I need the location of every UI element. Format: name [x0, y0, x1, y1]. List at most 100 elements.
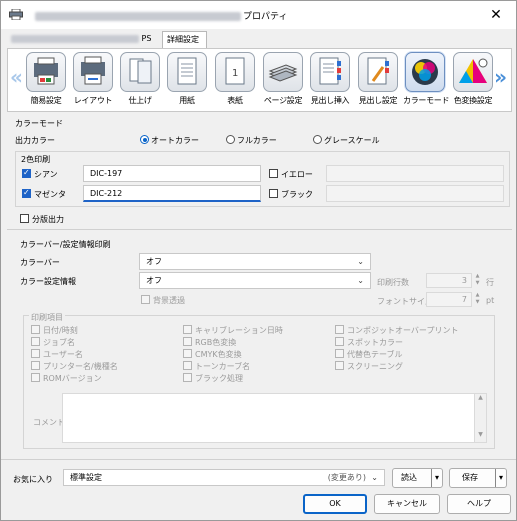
yellow-label[interactable]: イエロー — [281, 169, 313, 180]
item-date-time: 日付/時刻 — [43, 326, 78, 335]
item-alternate-color-table: 代替色テーブル — [347, 350, 403, 359]
window-title: プロパティ — [35, 9, 287, 22]
item-checkbox[interactable] — [335, 325, 344, 334]
icon-layout[interactable]: レイアウト — [71, 52, 115, 110]
tab-insert-icon — [319, 57, 341, 85]
comment-label: コメント — [33, 418, 65, 427]
transparent-bg-checkbox[interactable] — [141, 295, 150, 304]
cyan-color-field[interactable]: DIC-197 — [83, 165, 261, 182]
icon-finishing[interactable]: 仕上げ — [118, 52, 162, 110]
printer-icon — [9, 9, 23, 20]
yellow-checkbox[interactable] — [269, 169, 278, 178]
output-color-label: 出力カラー — [15, 136, 55, 145]
divider — [7, 229, 512, 230]
load-dropdown-icon[interactable]: ▾ — [430, 469, 439, 487]
spin-up-down-icon[interactable]: ▲ ▼ — [474, 273, 481, 288]
item-checkbox[interactable] — [183, 361, 192, 370]
icon-color-conversion[interactable]: 色変換設定 — [451, 52, 495, 110]
ok-button[interactable]: OK — [303, 494, 367, 514]
icon-label: 仕上げ — [128, 96, 152, 105]
title-bar: プロパティ ✕ — [1, 1, 516, 29]
scroll-up-icon[interactable]: ▲ — [475, 394, 486, 401]
color-conversion-icon — [459, 58, 488, 83]
print-lines-input[interactable]: 3 — [426, 273, 472, 288]
favorites-changed-tag: (変更あり) — [327, 473, 366, 482]
transparent-bg-label: 背景透過 — [153, 296, 185, 305]
item-checkbox[interactable] — [183, 325, 192, 334]
icon-quick-setup[interactable]: 簡易設定 — [24, 52, 68, 110]
icon-color-mode[interactable]: カラーモード — [403, 52, 450, 110]
magenta-checkbox[interactable] — [22, 188, 31, 198]
color-mode-section-label: カラーモード — [15, 119, 63, 128]
icon-label: レイアウト — [73, 96, 113, 105]
magenta-color-field[interactable]: DIC-212 — [83, 185, 261, 202]
icon-tab-insert[interactable]: 見出し挿入 — [308, 52, 352, 110]
radio-full-color[interactable] — [226, 135, 235, 144]
cancel-button[interactable]: キャンセル — [374, 494, 440, 514]
item-checkbox[interactable] — [335, 337, 344, 346]
scroll-left-icon[interactable]: « — [10, 65, 23, 89]
scroll-down-icon[interactable]: ▼ — [475, 431, 486, 438]
item-rgb-conversion: RGB色変換 — [195, 338, 237, 347]
item-printer-name: プリンター名/機種名 — [43, 362, 118, 371]
icon-tab-setting[interactable]: 見出し設定 — [356, 52, 400, 110]
load-button[interactable]: 読込 ▾ — [392, 468, 443, 488]
color-bar-select[interactable]: オフ ⌄ — [139, 253, 371, 270]
help-button[interactable]: ヘルプ — [447, 494, 511, 514]
chevron-down-icon: ⌄ — [357, 257, 364, 266]
black-label[interactable]: ブラック — [281, 189, 313, 200]
radio-grayscale[interactable] — [313, 135, 322, 144]
item-checkbox[interactable] — [31, 337, 40, 346]
tab-advanced[interactable]: 詳細設定 — [162, 31, 207, 48]
item-checkbox[interactable] — [31, 325, 40, 334]
item-checkbox[interactable] — [31, 361, 40, 370]
scroll-right-icon[interactable]: » — [494, 65, 507, 89]
print-lines-unit: 行 — [486, 278, 494, 287]
save-button[interactable]: 保存 ▾ — [449, 468, 507, 488]
icon-label: 見出し挿入 — [310, 96, 350, 105]
icon-label: 簡易設定 — [30, 96, 62, 105]
magenta-label[interactable]: マゼンタ — [34, 189, 66, 200]
save-button-label: 保存 — [462, 473, 478, 482]
icon-label: カラーモード — [403, 96, 450, 105]
cover-icon: 1 — [225, 57, 245, 85]
function-icon-bar: « 簡易設定 レイアウト 仕上げ 用紙 1 表紙 ページ設定 見出し挿入 見出し… — [7, 48, 512, 112]
item-checkbox[interactable] — [183, 337, 192, 346]
item-checkbox[interactable] — [183, 349, 192, 358]
color-setting-info-select[interactable]: オフ ⌄ — [139, 272, 371, 289]
comment-textarea[interactable]: ▲ ▼ — [62, 393, 487, 443]
item-checkbox[interactable] — [31, 373, 40, 382]
cyan-label[interactable]: シアン — [34, 169, 58, 180]
icon-cover[interactable]: 1 表紙 — [213, 52, 257, 110]
separation-output-checkbox[interactable] — [20, 214, 29, 223]
tab-printer[interactable]: PS — [7, 31, 163, 48]
black-checkbox[interactable] — [269, 189, 278, 198]
radio-auto-color[interactable] — [140, 135, 149, 144]
item-checkbox[interactable] — [183, 373, 192, 382]
item-checkbox[interactable] — [335, 349, 344, 358]
item-rom-version: ROMバージョン — [43, 374, 102, 383]
radio-auto-color-label[interactable]: オートカラー — [151, 135, 199, 146]
favorites-select[interactable]: 標準設定 (変更あり) ⌄ — [63, 469, 385, 486]
icon-label: 色変換設定 — [453, 96, 493, 105]
icon-page-setting[interactable]: ページ設定 — [261, 52, 305, 110]
black-color-field[interactable] — [326, 185, 504, 202]
print-lines-label: 印刷行数 — [377, 278, 409, 287]
cyan-checkbox[interactable] — [22, 168, 31, 178]
item-checkbox[interactable] — [335, 361, 344, 370]
save-dropdown-icon[interactable]: ▾ — [494, 469, 503, 487]
quick-setup-icon — [34, 57, 58, 85]
spin-up-down-icon[interactable]: ▲ ▼ — [474, 292, 481, 307]
icon-label: ページ設定 — [263, 96, 303, 105]
layout-icon — [81, 56, 105, 85]
yellow-color-field[interactable] — [326, 165, 504, 182]
font-size-input[interactable]: 7 — [426, 292, 472, 307]
close-icon[interactable]: ✕ — [476, 1, 516, 29]
item-checkbox[interactable] — [31, 349, 40, 358]
icon-paper[interactable]: 用紙 — [165, 52, 209, 110]
radio-full-color-label[interactable]: フルカラー — [237, 135, 277, 146]
separation-output-label[interactable]: 分版出力 — [32, 214, 64, 225]
finishing-icon — [129, 58, 152, 84]
radio-grayscale-label[interactable]: グレースケール — [324, 135, 380, 146]
comment-scrollbar[interactable]: ▲ ▼ — [474, 394, 486, 442]
